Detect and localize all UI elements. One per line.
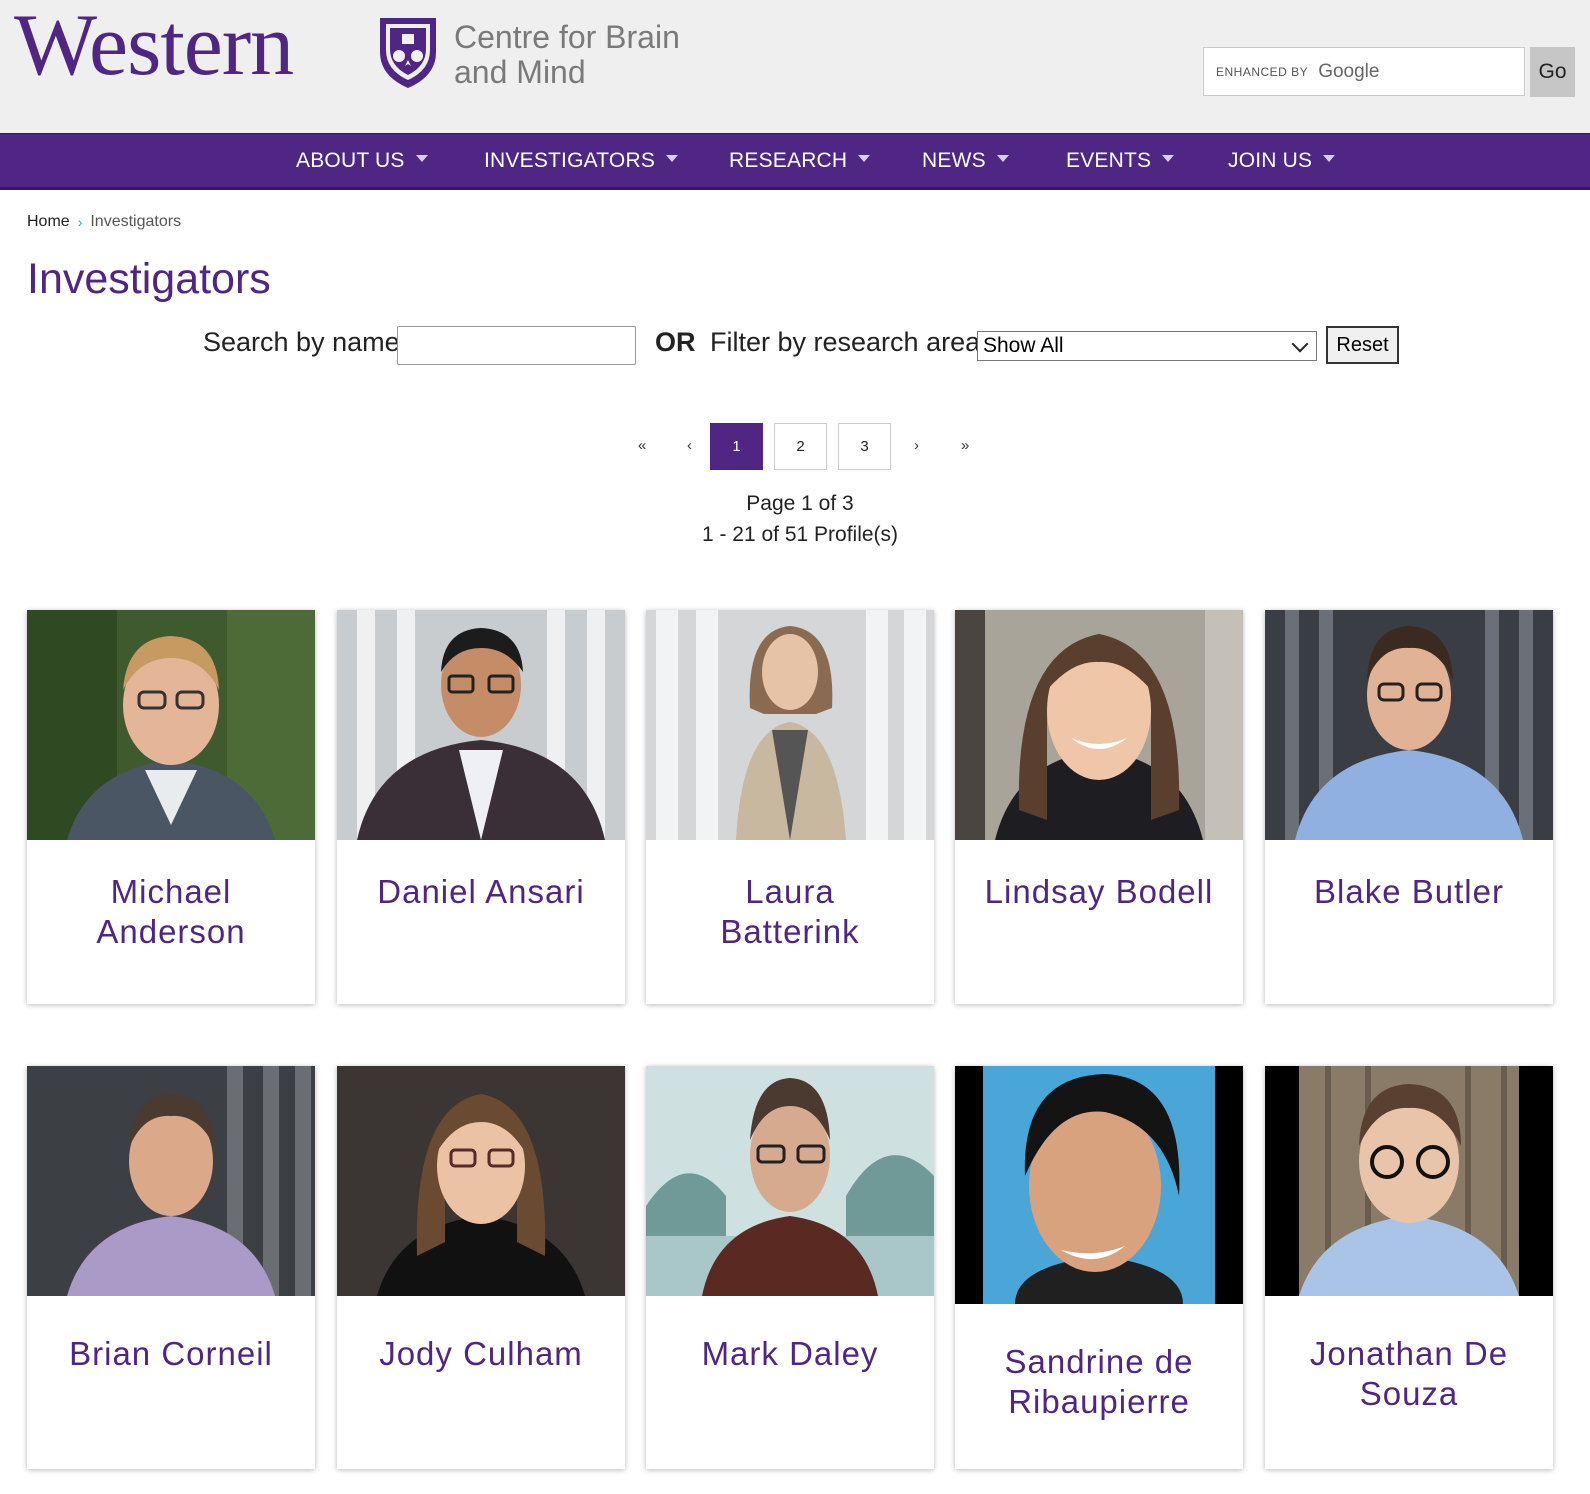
- investigator-photo[interactable]: [27, 610, 315, 840]
- first-page-icon[interactable]: «: [638, 437, 646, 454]
- nav-label: JOIN US: [1228, 149, 1313, 172]
- next-page-icon[interactable]: ›: [914, 437, 919, 454]
- investigator-name[interactable]: Daniel Ansari: [347, 872, 615, 912]
- investigator-name-line1: Brian Corneil: [69, 1335, 273, 1372]
- centre-name-line2: and Mind: [454, 54, 586, 90]
- investigator-name[interactable]: Sandrine de Ribaupierre: [965, 1342, 1233, 1422]
- investigator-name-line2: Souza: [1359, 1375, 1459, 1412]
- reset-button[interactable]: Reset: [1326, 326, 1399, 364]
- nav-join-us[interactable]: JOIN US: [1228, 134, 1336, 188]
- investigator-name-line2: Batterink: [720, 913, 860, 950]
- investigator-card[interactable]: Brian Corneil: [27, 1066, 315, 1469]
- investigator-photo[interactable]: [1265, 1066, 1553, 1296]
- investigator-name-line1: Mark Daley: [701, 1335, 879, 1372]
- centre-name[interactable]: Centre for Brain and Mind: [454, 20, 680, 90]
- caret-down-icon: [1162, 154, 1175, 162]
- site-header: Western Centre for Brain and Mind ENHANC…: [0, 0, 1590, 133]
- breadcrumb-separator-icon: ›: [77, 214, 83, 230]
- pagination: « ‹ 1 2 3 › »: [0, 423, 1590, 470]
- investigator-card[interactable]: Mark Daley: [646, 1066, 934, 1469]
- breadcrumb: Home › Investigators: [27, 213, 181, 231]
- nav-about-us[interactable]: ABOUT US: [296, 134, 428, 188]
- investigator-name[interactable]: Laura Batterink: [656, 872, 924, 952]
- western-logo[interactable]: Western: [14, 2, 294, 90]
- caret-down-icon: [666, 154, 679, 162]
- breadcrumb-home[interactable]: Home: [27, 213, 70, 231]
- investigator-name[interactable]: Jonathan De Souza: [1275, 1334, 1543, 1414]
- nav-label: EVENTS: [1066, 149, 1152, 172]
- nav-label: INVESTIGATORS: [484, 149, 656, 172]
- investigator-card[interactable]: Lindsay Bodell: [955, 610, 1243, 1004]
- nav-label: NEWS: [922, 149, 986, 172]
- page-button-1[interactable]: 1: [710, 423, 763, 470]
- investigator-name[interactable]: Mark Daley: [656, 1334, 924, 1374]
- investigator-name-line1: Blake Butler: [1314, 873, 1504, 910]
- investigator-photo[interactable]: [646, 1066, 934, 1296]
- nav-research[interactable]: RESEARCH: [729, 134, 871, 188]
- nav-events[interactable]: EVENTS: [1066, 134, 1175, 188]
- search-by-name-label: Search by name: [203, 327, 400, 357]
- chevron-down-icon: [1291, 335, 1309, 353]
- investigator-card[interactable]: Jonathan De Souza: [1265, 1066, 1553, 1469]
- investigator-name-line1: Daniel Ansari: [377, 873, 585, 910]
- investigator-photo[interactable]: [955, 1066, 1243, 1304]
- investigator-filters: Search by name OR Filter by research are…: [0, 326, 1590, 366]
- investigator-card[interactable]: Sandrine de Ribaupierre: [955, 1066, 1243, 1469]
- investigator-name-line1: Michael: [110, 873, 232, 910]
- caret-down-icon: [415, 154, 428, 162]
- western-crest-icon: [380, 18, 436, 88]
- investigator-photo[interactable]: [955, 610, 1243, 840]
- profile-count-text: 1 - 21 of 51 Profile(s): [701, 523, 899, 546]
- page-count-text: Page 1 of 3: [746, 492, 854, 515]
- investigator-card[interactable]: Daniel Ansari: [337, 610, 625, 1004]
- investigator-name[interactable]: Brian Corneil: [37, 1334, 305, 1374]
- page-info: Page 1 of 3 1 - 21 of 51 Profile(s): [0, 488, 1590, 550]
- investigator-photo[interactable]: [337, 1066, 625, 1296]
- breadcrumb-current: Investigators: [90, 213, 182, 230]
- investigator-name[interactable]: Jody Culham: [347, 1334, 615, 1374]
- nav-label: ABOUT US: [296, 149, 405, 172]
- investigator-name-line2: Ribaupierre: [1008, 1383, 1190, 1420]
- nav-news[interactable]: NEWS: [922, 134, 1009, 188]
- caret-down-icon: [996, 154, 1009, 162]
- name-search-input[interactable]: [397, 326, 636, 365]
- caret-down-icon: [858, 154, 871, 162]
- investigator-name[interactable]: Michael Anderson: [37, 872, 305, 952]
- nav-label: RESEARCH: [729, 149, 848, 172]
- site-search-input[interactable]: ENHANCED BY Google: [1203, 47, 1525, 96]
- investigator-photo[interactable]: [646, 610, 934, 840]
- search-go-button[interactable]: Go: [1530, 47, 1575, 97]
- investigator-name-line1: Jonathan De: [1309, 1335, 1509, 1372]
- filter-by-area-label: Filter by research area: [710, 327, 981, 357]
- prev-page-icon[interactable]: ‹: [687, 437, 692, 454]
- page-title: Investigators: [27, 255, 271, 303]
- centre-name-line1: Centre for Brain: [454, 19, 680, 55]
- investigator-name[interactable]: Lindsay Bodell: [965, 872, 1233, 912]
- caret-down-icon: [1323, 154, 1336, 162]
- investigator-photo[interactable]: [27, 1066, 315, 1296]
- enhanced-by-label: ENHANCED BY: [1216, 64, 1309, 79]
- investigator-name[interactable]: Blake Butler: [1275, 872, 1543, 912]
- or-label: OR: [655, 327, 696, 357]
- investigator-name-line2: Anderson: [96, 913, 246, 950]
- investigator-name-line1: Laura: [745, 873, 835, 910]
- investigator-name-line1: Jody Culham: [379, 1335, 583, 1372]
- investigator-photo[interactable]: [1265, 610, 1553, 840]
- research-area-select[interactable]: Show All: [977, 331, 1317, 361]
- investigator-name-line1: Sandrine de: [1004, 1343, 1194, 1380]
- investigator-name-line1: Lindsay Bodell: [984, 873, 1214, 910]
- investigator-card[interactable]: Michael Anderson: [27, 610, 315, 1004]
- research-area-value: Show All: [983, 334, 1064, 357]
- last-page-icon[interactable]: »: [961, 437, 969, 454]
- main-nav: ABOUT US INVESTIGATORS RESEARCH NEWS EVE…: [0, 133, 1590, 190]
- investigator-card[interactable]: Blake Butler: [1265, 610, 1553, 1004]
- google-label: Google: [1318, 60, 1380, 82]
- page-button-3[interactable]: 3: [838, 423, 891, 470]
- page-button-2[interactable]: 2: [774, 423, 827, 470]
- investigator-card[interactable]: Jody Culham: [337, 1066, 625, 1469]
- nav-investigators[interactable]: INVESTIGATORS: [484, 134, 679, 188]
- investigator-card[interactable]: Laura Batterink: [646, 610, 934, 1004]
- investigator-photo[interactable]: [337, 610, 625, 840]
